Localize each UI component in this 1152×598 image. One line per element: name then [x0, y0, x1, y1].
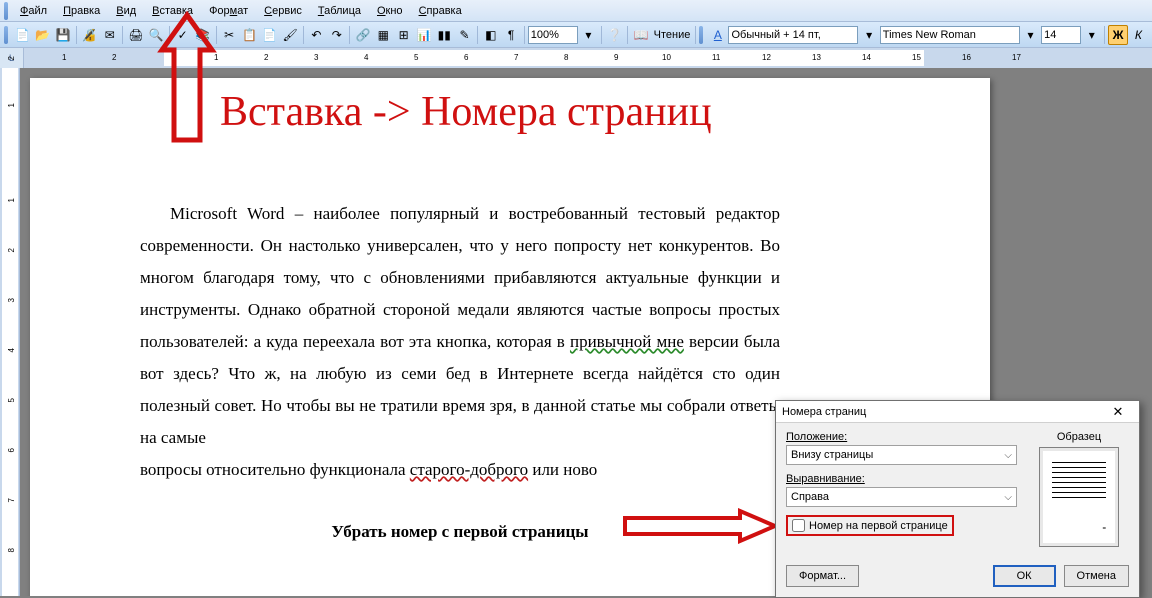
format-button[interactable]: Формат...: [786, 565, 859, 587]
page-numbers-dialog: Номера страниц ✕ Положение: Внизу страни…: [775, 400, 1140, 598]
hyperlink-icon[interactable]: 🔗: [353, 25, 372, 45]
separator: [76, 26, 77, 44]
insert-table-icon[interactable]: ⊞: [394, 25, 413, 45]
dialog-title-text: Номера страниц: [782, 406, 866, 418]
separator: [601, 26, 602, 44]
mail-icon[interactable]: ✉: [100, 25, 119, 45]
permissions-icon[interactable]: 🔏: [80, 25, 99, 45]
menu-edit[interactable]: Правка: [55, 3, 108, 19]
align-label: Выравнивание:: [786, 473, 1017, 485]
paste-icon[interactable]: 📄: [260, 25, 279, 45]
zoom-dropdown-icon[interactable]: ▾: [579, 25, 598, 45]
redo-icon[interactable]: ↷: [327, 25, 346, 45]
ok-button[interactable]: ОК: [993, 565, 1056, 587]
firstpage-checkbox[interactable]: [792, 519, 805, 532]
cut-icon[interactable]: ✂: [220, 25, 239, 45]
format-painter-icon[interactable]: 🖌: [280, 25, 299, 45]
menu-help[interactable]: Справка: [411, 3, 470, 19]
italic-button[interactable]: К: [1129, 25, 1148, 45]
tables-borders-icon[interactable]: ▦: [374, 25, 393, 45]
toolbar-handle-2: [699, 26, 703, 44]
insert-excel-icon[interactable]: 📊: [414, 25, 433, 45]
menu-tools[interactable]: Сервис: [256, 3, 310, 19]
docmap-icon[interactable]: ◧: [481, 25, 500, 45]
font-combo[interactable]: [880, 26, 1020, 44]
menu-table[interactable]: Таблица: [310, 3, 369, 19]
new-doc-icon[interactable]: 📄: [13, 25, 32, 45]
style-dropdown-icon[interactable]: ▾: [859, 25, 878, 45]
sample-preview: =: [1039, 447, 1119, 547]
para-text-3: вопросы относительно функционала: [140, 460, 410, 479]
align-value: Справа: [791, 491, 829, 503]
wavy-text-2: старого-доброго: [410, 460, 528, 479]
wavy-text-1: привычной мне: [570, 332, 684, 351]
separator: [477, 26, 478, 44]
dialog-titlebar[interactable]: Номера страниц ✕: [776, 401, 1139, 423]
size-dropdown-icon[interactable]: ▾: [1082, 25, 1101, 45]
separator: [627, 26, 628, 44]
print-icon[interactable]: 🖨: [126, 25, 145, 45]
align-select[interactable]: Справа: [786, 487, 1017, 507]
annotation-title: Вставка -> Номера страниц: [220, 88, 712, 136]
sample-label: Образец: [1057, 431, 1101, 443]
firstpage-checkbox-row[interactable]: Номер на первой странице: [786, 515, 954, 536]
document-text[interactable]: Microsoft Word – наиболее популярный и в…: [140, 198, 780, 548]
separator: [122, 26, 123, 44]
read-label[interactable]: Чтение: [654, 29, 691, 41]
copy-icon[interactable]: 📋: [240, 25, 259, 45]
position-select[interactable]: Внизу страницы: [786, 445, 1017, 465]
dialog-body: Положение: Внизу страницы Выравнивание: …: [776, 423, 1139, 559]
annotation-arrow-up: [152, 10, 222, 160]
toolbar-handle: [4, 26, 8, 44]
fontsize-combo[interactable]: [1041, 26, 1081, 44]
para-text-4: или ново: [528, 460, 597, 479]
open-icon[interactable]: 📂: [33, 25, 52, 45]
undo-icon[interactable]: ↶: [307, 25, 326, 45]
showhide-icon[interactable]: ¶: [502, 25, 521, 45]
drawing-icon[interactable]: ✎: [455, 25, 474, 45]
separator: [695, 26, 696, 44]
styles-icon[interactable]: A: [708, 25, 727, 45]
zoom-combo[interactable]: [528, 26, 578, 44]
save-icon[interactable]: 💾: [53, 25, 72, 45]
para-text-1: Microsoft Word – наиболее популярный и в…: [140, 204, 780, 351]
close-icon[interactable]: ✕: [1103, 402, 1133, 422]
menu-window[interactable]: Окно: [369, 3, 411, 19]
position-value: Внизу страницы: [791, 449, 873, 461]
menu-handle: [4, 2, 8, 20]
dialog-buttons: Формат... ОК Отмена: [776, 559, 1139, 597]
ruler-vertical[interactable]: 2 1 1 2 3 4 5 6 7 8: [0, 68, 20, 596]
cancel-button[interactable]: Отмена: [1064, 565, 1129, 587]
menu-view[interactable]: Вид: [108, 3, 144, 19]
menu-file[interactable]: Файл: [12, 3, 55, 19]
bold-button[interactable]: Ж: [1108, 25, 1127, 45]
position-label: Положение:: [786, 431, 1017, 443]
firstpage-label: Номер на первой странице: [809, 520, 948, 532]
separator: [349, 26, 350, 44]
separator: [1104, 26, 1105, 44]
read-icon[interactable]: 📖: [631, 25, 650, 45]
help-icon[interactable]: ❔: [605, 25, 624, 45]
separator: [303, 26, 304, 44]
columns-icon[interactable]: ▮▮: [435, 25, 454, 45]
font-dropdown-icon[interactable]: ▾: [1021, 25, 1040, 45]
separator: [524, 26, 525, 44]
annotation-arrow-right: [620, 508, 780, 544]
style-combo[interactable]: [728, 26, 858, 44]
